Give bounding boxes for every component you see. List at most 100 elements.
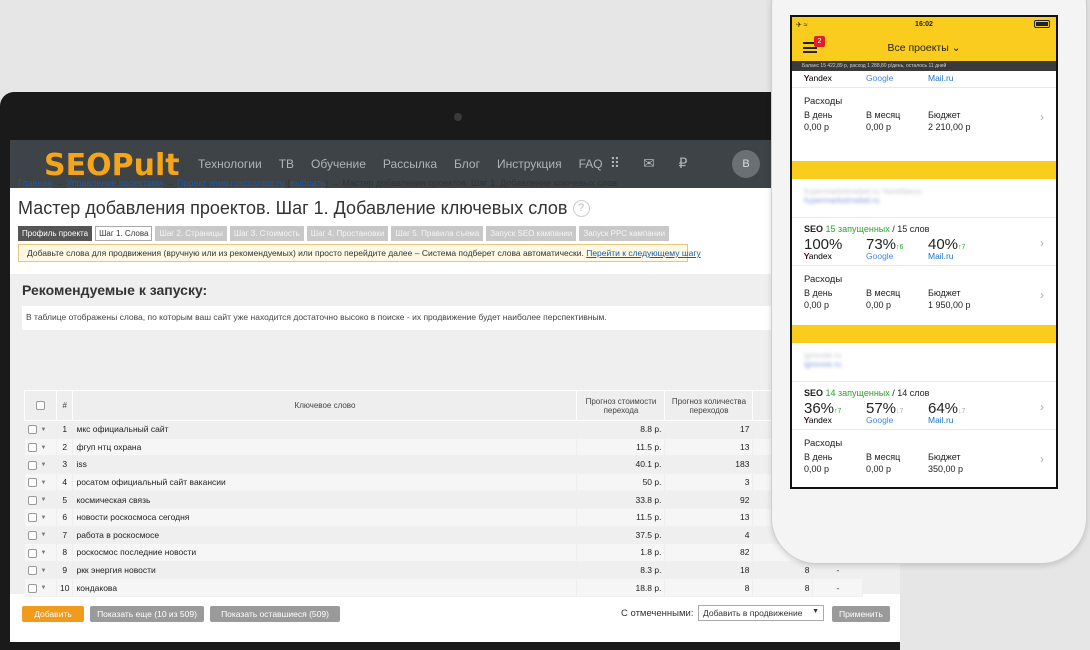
step-profile[interactable]: Профиль проекта (18, 226, 93, 241)
mail-icon[interactable]: ✉ (640, 155, 658, 172)
select-all-checkbox[interactable] (24, 390, 57, 421)
row-menu-caret-icon[interactable]: ▼ (41, 515, 47, 521)
breadcrumb-projects[interactable]: Управление проектами (66, 178, 163, 188)
show-remaining-button[interactable]: Показать оставшиеся (509) (210, 606, 340, 622)
row-menu-caret-icon[interactable]: ▼ (41, 532, 47, 538)
table-row[interactable]: ▼ 3 iss 40.1 р. 183 (24, 455, 864, 474)
table-row[interactable]: ▼ 9 ркк энергия новости 8.3 р. 18 8- (24, 561, 864, 580)
row-checkbox[interactable]: ▼ (24, 420, 57, 439)
breadcrumb-project[interactable]: Проект www.roscosmos.ru (177, 178, 285, 188)
row-cost: 37.5 р. (576, 526, 666, 545)
row-menu-caret-icon[interactable]: ▼ (41, 550, 47, 556)
row-checkbox[interactable]: ▼ (24, 455, 57, 474)
expenses-block[interactable]: Расходы В день В месяц Бюджет 0,00 р 0,0… (792, 265, 1056, 321)
row-menu-caret-icon[interactable]: ▼ (41, 568, 47, 574)
row-menu-caret-icon[interactable]: ▼ (41, 427, 47, 433)
table-header-row: # Ключевое слово Прогноз стоимости перех… (24, 390, 864, 421)
step-5-rules[interactable]: Шаг 5. Правила съема (391, 226, 484, 241)
menu-item-learning[interactable]: Обучение (311, 157, 366, 171)
project-header[interactable]: igrovoie.ru igrovoie.ru (792, 343, 1056, 381)
row-count: 18 (664, 561, 754, 580)
header-keyword[interactable]: Ключевое слово (72, 390, 578, 421)
row-checkbox[interactable]: ▼ (24, 578, 57, 597)
seo-block[interactable]: SEO 15 запущенных / 15 слов 100% 73%↑6 4… (792, 217, 1056, 265)
row-checkbox[interactable]: ▼ (24, 438, 57, 457)
row-checkbox[interactable]: ▼ (24, 473, 57, 492)
header-count[interactable]: Прогноз количества переходов (664, 390, 754, 421)
table-row[interactable]: ▼ 6 новости роскосмоса сегодня 11.5 р. 13 (24, 508, 864, 527)
table-row[interactable]: ▼ 10 кондакова 18.8 р. 8 8- (24, 578, 864, 597)
breadcrumb-choose[interactable]: выбрать (290, 178, 325, 188)
menu-item-newsletter[interactable]: Рассылка (383, 157, 437, 171)
apps-grid-icon[interactable]: ⠿ (606, 155, 624, 172)
row-menu-caret-icon[interactable]: ▼ (41, 445, 47, 451)
row-checkbox[interactable]: ▼ (24, 561, 57, 580)
row-checkbox[interactable]: ▼ (24, 508, 57, 527)
chevron-right-icon: › (1040, 400, 1044, 414)
add-button[interactable]: Добавить (22, 606, 84, 622)
row-cost: 8.8 р. (576, 420, 666, 439)
ruble-icon[interactable]: ₽ (674, 155, 692, 172)
row-cost: 50 р. (576, 473, 666, 492)
row-keyword: росатом официальный сайт вакансии (72, 473, 578, 492)
row-checkbox[interactable]: ▼ (24, 543, 57, 562)
row-keyword: космическая связь (72, 490, 578, 509)
avatar[interactable]: В (732, 150, 760, 178)
step-4-placements[interactable]: Шаг 4. Простановки (306, 226, 389, 241)
projects-dropdown[interactable]: Все проекты ⌄ (792, 42, 1056, 54)
step-2-pages[interactable]: Шаг 2. Страницы (155, 226, 227, 241)
step-seo-launch[interactable]: Запуск SEO кампании (486, 226, 577, 241)
keywords-table: # Ключевое слово Прогноз стоимости перех… (24, 390, 864, 597)
next-step-link[interactable]: Перейти к следующему шагу (586, 248, 701, 258)
table-row[interactable]: ▼ 1 мкс официальный сайт 8.8 р. 17 (24, 420, 864, 439)
step-1-words[interactable]: Шаг 1. Слова (95, 226, 153, 241)
menu-item-technologies[interactable]: Технологии (198, 157, 262, 171)
menu-item-tv[interactable]: ТВ (279, 157, 294, 171)
menu-item-instructions[interactable]: Инструкция (497, 157, 562, 171)
row-number: 7 (56, 526, 74, 545)
budget-label: Бюджет (928, 452, 961, 462)
row-count: 3 (664, 473, 754, 492)
header-cost[interactable]: Прогноз стоимости перехода (576, 390, 666, 421)
expenses-block[interactable]: Расходы В день В месяц Бюджет 0,00 р 0,0… (792, 87, 1056, 143)
phone-screen: ✈ ≈ 16:02 2 Все проекты ⌄ Баланс 15 422,… (790, 15, 1058, 489)
show-more-button[interactable]: Показать еще (10 из 509) (90, 606, 204, 622)
breadcrumb-sep: → (54, 178, 64, 188)
row-count: 183 (664, 455, 754, 474)
row-menu-caret-icon[interactable]: ▼ (41, 497, 47, 503)
apply-button[interactable]: Применить (832, 606, 890, 622)
engine-mail: Mail.ru (928, 415, 954, 425)
bulk-action-select[interactable]: Добавить в продвижение ▼ (698, 605, 824, 621)
project-header[interactable]: hypermarketmebel.ru Челябинск hypermarke… (792, 179, 1056, 217)
table-row[interactable]: ▼ 8 роскосмос последние новости 1.8 р. 82 (24, 543, 864, 562)
project-name-blurred: hypermarketmebel.ru Челябинск (804, 187, 922, 196)
expenses-block[interactable]: Расходы В день В месяц Бюджет 0,00 р 0,0… (792, 429, 1056, 485)
breadcrumb-current: Мастер добавления проектов. Шаг 1. Добав… (342, 178, 617, 188)
step-3-cost[interactable]: Шаг 3. Стоимость (229, 226, 304, 241)
breadcrumb-home[interactable]: Главная (18, 178, 52, 188)
row-checkbox[interactable]: ▼ (24, 490, 57, 509)
table-row[interactable]: ▼ 7 работа в роскосмосе 37.5 р. 4 (24, 526, 864, 545)
table-row[interactable]: ▼ 2 фгуп нтц охрана 11.5 р. 13 (24, 438, 864, 457)
row-menu-caret-icon[interactable]: ▼ (41, 462, 47, 468)
per-day-label: В день (804, 288, 833, 298)
chevron-right-icon: › (1040, 288, 1044, 302)
menu-item-blog[interactable]: Блог (454, 157, 480, 171)
row-cost: 8.3 р. (576, 561, 666, 580)
row-checkbox[interactable]: ▼ (24, 526, 57, 545)
main-menu: Технологии ТВ Обучение Рассылка Блог Инс… (198, 157, 620, 171)
row-number: 6 (56, 508, 74, 527)
step-ppc-launch[interactable]: Запуск PPC кампании (579, 226, 670, 241)
battery-icon (1034, 20, 1050, 28)
row-cost: 40.1 р. (576, 455, 666, 474)
help-icon[interactable]: ? (572, 200, 590, 217)
row-menu-caret-icon[interactable]: ▼ (41, 480, 47, 486)
chevron-right-icon: › (1040, 110, 1044, 124)
row-menu-caret-icon[interactable]: ▼ (41, 585, 47, 591)
table-row[interactable]: ▼ 4 росатом официальный сайт вакансии 50 р.… (24, 473, 864, 492)
seo-block[interactable]: SEO 14 запущенных / 14 слов 36%↑7 57%↓7 … (792, 381, 1056, 429)
menu-item-faq[interactable]: FAQ (579, 157, 603, 171)
row-number: 9 (56, 561, 74, 580)
table-row[interactable]: ▼ 5 космическая связь 33.8 р. 92 (24, 490, 864, 509)
per-month-value: 0,00 р (866, 464, 892, 474)
